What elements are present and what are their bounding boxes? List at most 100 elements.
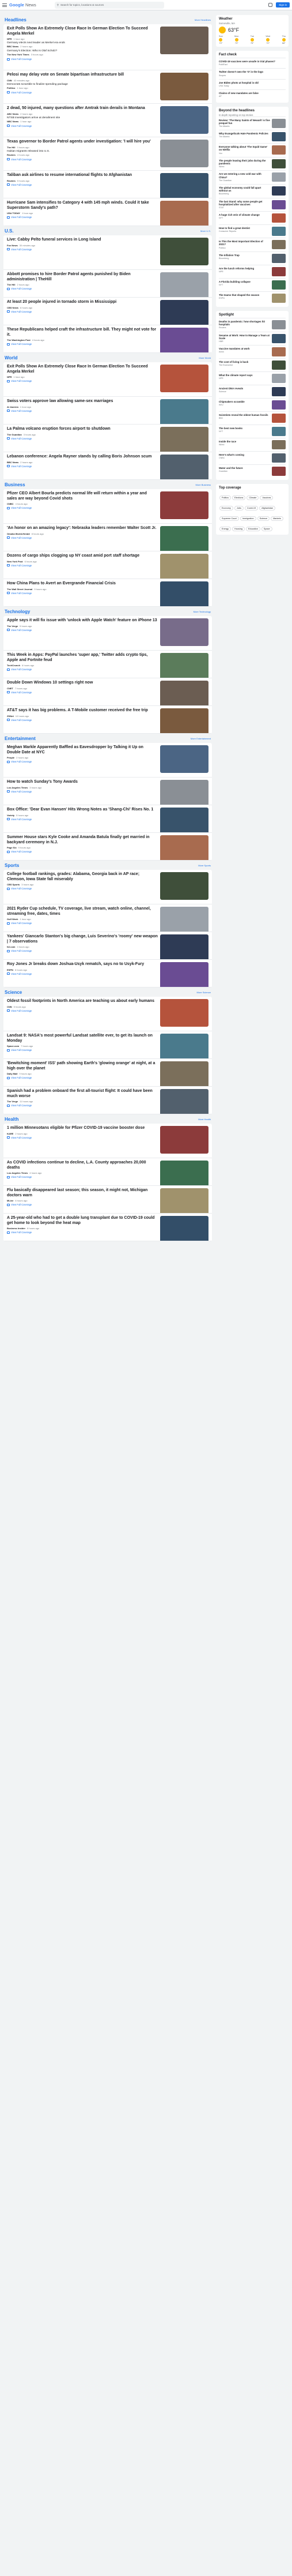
side-story-title[interactable]: Claims of new mandates are false [219, 92, 286, 95]
side-thumbnail[interactable] [272, 400, 286, 410]
story-source[interactable]: The Guardian [7, 433, 22, 436]
story-title[interactable]: These Republicans helped craft the infra… [7, 328, 158, 337]
topic-chip[interactable]: Immigration [240, 516, 256, 521]
story-source[interactable]: NJ.com [7, 945, 15, 948]
story-title[interactable]: Flu basically disappeared last season; t… [7, 1188, 158, 1198]
side-story[interactable]: Scientists reveal the oldest human fossi… [219, 411, 286, 425]
story-card[interactable]: Flu basically disappeared last season; t… [3, 1186, 212, 1214]
topic-chip[interactable]: Space [261, 527, 272, 532]
story-thumbnail[interactable] [160, 1216, 208, 1241]
story-thumbnail[interactable] [160, 272, 208, 297]
story-thumbnail[interactable] [160, 73, 208, 100]
section-title[interactable]: Health [5, 1117, 18, 1122]
side-thumbnail[interactable] [272, 347, 286, 357]
story-thumbnail[interactable] [160, 999, 208, 1027]
story-thumbnail[interactable] [160, 526, 208, 551]
story-title[interactable]: Pfizer CEO Albert Bourla predicts normal… [7, 491, 158, 501]
story-card[interactable]: As COVID infections continue to decline,… [3, 1158, 212, 1186]
side-story[interactable]: Chipmakers scramble WSJ [219, 398, 286, 411]
side-thumbnail[interactable] [272, 200, 286, 209]
story-card[interactable]: Spanish had a problem onboard the first … [3, 1087, 212, 1114]
side-story[interactable]: Are we entering a new cold war with Chin… [219, 170, 286, 184]
story-card[interactable]: These Republicans helped craft the infra… [3, 325, 212, 353]
story-thumbnail[interactable] [160, 581, 208, 606]
story-title[interactable]: Live: Cabby Pelto funeral services in Lo… [7, 238, 158, 243]
side-story-title[interactable]: Review: 'The Many Saints of Newark' is f… [219, 119, 270, 125]
story-title[interactable]: College football rankings, grades: Alaba… [7, 872, 158, 882]
side-story-title[interactable]: Scientists reveal the oldest human fossi… [219, 414, 270, 416]
side-thumbnail[interactable] [272, 387, 286, 397]
section-title[interactable]: Science [5, 990, 22, 995]
story-title[interactable]: Hurricane Sam intensifies to Category 4 … [7, 201, 158, 211]
story-card[interactable]: 'Bewitching moment' ISS' path showing Ea… [3, 1059, 212, 1087]
side-story-title[interactable]: Here's what's coming [219, 453, 270, 456]
story-source[interactable]: ESPN [7, 968, 13, 971]
side-story[interactable]: The people leaving their jobs during the… [219, 156, 286, 171]
story-source[interactable]: Business Insider [7, 1227, 25, 1230]
side-story-title[interactable]: Are we entering a new cold war with Chin… [219, 172, 270, 178]
story-thumbnail[interactable] [160, 1061, 208, 1086]
side-thumbnail[interactable] [272, 440, 286, 450]
side-story-title[interactable]: Everyone talking about 'The Squid Game' … [219, 145, 270, 151]
story-card[interactable]: Taliban ask airlines to resume internati… [3, 171, 212, 198]
related-story[interactable]: Democrats scramble to finalize spending … [7, 83, 158, 90]
more-link[interactable]: More Technology [194, 610, 211, 613]
side-thumbnail[interactable] [272, 467, 286, 476]
story-thumbnail[interactable] [160, 173, 208, 198]
story-title[interactable]: Dozens of cargo ships clogging up NY coa… [7, 554, 158, 559]
story-title[interactable]: Meghan Markle Apparently Baffled as Eave… [7, 745, 158, 755]
story-thumbnail[interactable] [160, 872, 208, 900]
side-story-title[interactable]: COVID-19 vaccines were unsafe in trial p… [219, 60, 286, 63]
story-card[interactable]: Pfizer CEO Albert Bourla predicts normal… [3, 489, 212, 524]
story-card[interactable]: Apple says it will fix issue with 'unloc… [3, 616, 212, 651]
story-title[interactable]: Box Office: 'Dear Evan Hansen' Hits Wron… [7, 808, 158, 813]
story-card[interactable]: Texas governor to Border Patrol agents u… [3, 137, 212, 171]
side-story[interactable]: Is This the Most Important Election of 2… [219, 238, 286, 251]
story-thumbnail[interactable] [160, 934, 208, 959]
story-card[interactable]: Landsat 9: NASA's most powerful Landsat … [3, 1031, 212, 1059]
side-story-title[interactable]: Ancient DNA reveals [219, 387, 270, 390]
story-title[interactable]: Double Down Windows 10 settings right no… [7, 681, 158, 686]
story-card[interactable]: AT&T says it has big problems. A T-Mobil… [3, 706, 212, 734]
story-source[interactable]: MLive [7, 1199, 13, 1202]
side-thumbnail[interactable] [272, 240, 286, 250]
related-story[interactable]: NTSB investigators arrive at derailment … [7, 117, 158, 123]
story-source[interactable]: The Wall Street Journal [7, 588, 32, 591]
story-card[interactable]: Swiss voters approve law allowing same-s… [3, 397, 212, 425]
story-thumbnail[interactable] [160, 554, 208, 579]
side-story-title[interactable]: Is This the Most Important Election of 2… [219, 240, 270, 246]
side-thumbnail[interactable] [272, 145, 286, 155]
story-card[interactable]: How China Plans to Avert an Evergrande F… [3, 579, 212, 607]
story-source[interactable]: CNBC [7, 502, 14, 505]
story-source[interactable]: NPR [7, 375, 12, 378]
story-thumbnail[interactable] [160, 618, 208, 646]
story-card[interactable]: Exit Polls Show An Extremely Close Race … [3, 24, 212, 70]
google-news-logo[interactable]: Google News [9, 2, 36, 7]
story-card[interactable]: Pelosi may delay vote on Senate bipartis… [3, 70, 212, 104]
side-story-title[interactable]: Deaths in pandemic: how shortages hit ho… [219, 320, 270, 326]
story-thumbnail[interactable] [160, 1126, 208, 1154]
story-title[interactable]: Oldest fossil footprints in North Americ… [7, 999, 158, 1004]
story-thumbnail[interactable] [160, 365, 208, 392]
topic-chip[interactable]: Energy [219, 527, 232, 532]
side-story-title[interactable]: A huge rich vein of climate change [219, 213, 270, 216]
full-coverage-link[interactable]: View Full Coverage [7, 58, 208, 61]
story-title[interactable]: Summer House stars Kyle Cooke and Amanda… [7, 835, 158, 845]
story-card[interactable]: Summer House stars Kyle Cooke and Amanda… [3, 833, 212, 861]
side-thumbnail[interactable] [272, 427, 286, 437]
story-card[interactable]: This Week in Apps: PayPal launches 'supe… [3, 651, 212, 678]
story-title[interactable]: Abbott promises to hire Border Patrol ag… [7, 272, 158, 282]
side-story-title[interactable]: The last Stand: why some people get hosp… [219, 200, 270, 206]
story-card[interactable]: 2 dead, 50 injured, many questions after… [3, 104, 212, 137]
story-source[interactable]: People [7, 756, 14, 759]
sign-in-button[interactable]: Sign in [276, 2, 290, 7]
story-thumbnail[interactable] [160, 300, 208, 325]
story-card[interactable]: 'An honor on an amazing legacy': Nebrask… [3, 524, 212, 551]
section-title[interactable]: Headlines [5, 17, 26, 22]
story-source[interactable]: Los Angeles Times [7, 1171, 28, 1174]
topic-chip[interactable]: Housing [232, 527, 245, 532]
story-thumbnail[interactable] [160, 907, 208, 932]
topic-chip[interactable]: Covid-19 [244, 506, 259, 511]
story-thumbnail[interactable] [160, 399, 208, 424]
story-source[interactable]: Omaha World-Herald [7, 532, 30, 535]
